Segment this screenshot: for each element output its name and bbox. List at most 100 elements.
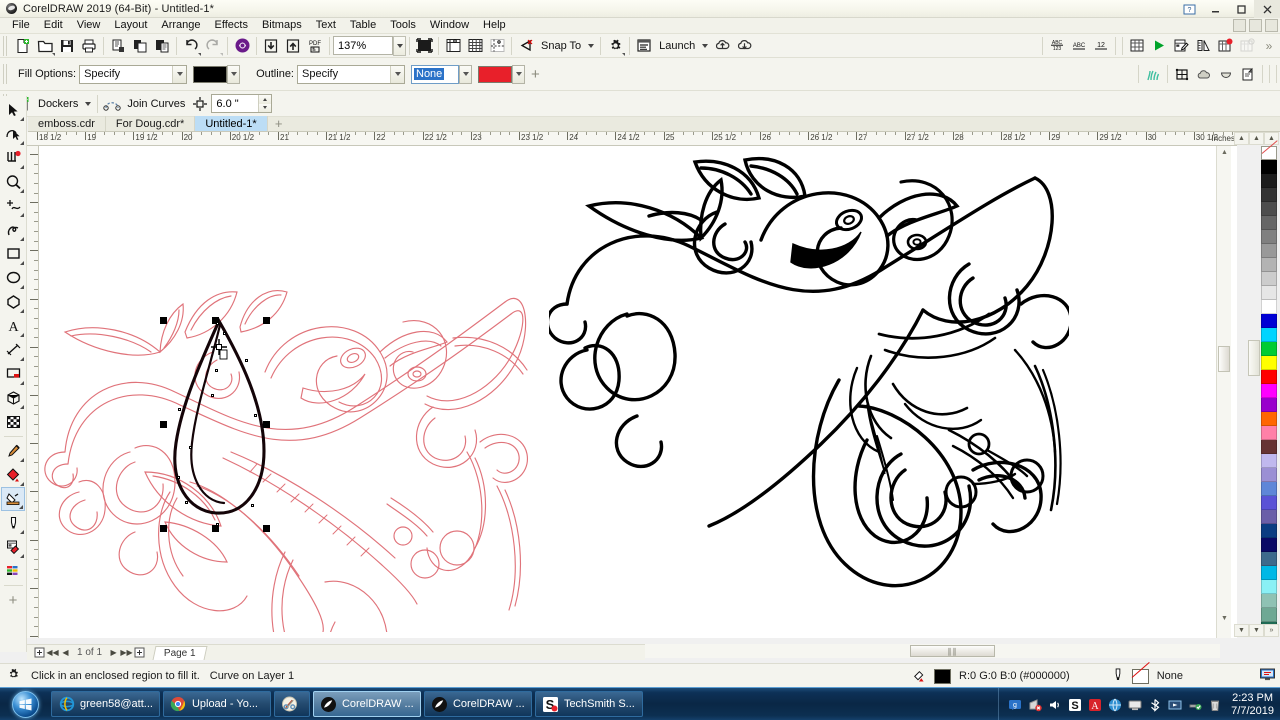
status-display-icon[interactable] bbox=[1259, 667, 1276, 685]
dockers-label[interactable]: Dockers bbox=[34, 98, 82, 110]
menu-edit[interactable]: Edit bbox=[37, 18, 70, 33]
palette-swatch[interactable] bbox=[1261, 510, 1277, 524]
straight-line-connector-tool[interactable] bbox=[1, 362, 25, 386]
palette-swatch[interactable] bbox=[1261, 370, 1277, 384]
launch-dropdown-icon[interactable] bbox=[699, 35, 711, 57]
new-document-tab-button[interactable]: + bbox=[268, 116, 290, 131]
maximize-button[interactable] bbox=[1228, 0, 1254, 18]
last-page-button[interactable]: ▶▶ bbox=[120, 646, 133, 659]
docker-collapse-handle[interactable] bbox=[1248, 340, 1260, 376]
add-page-after-button[interactable] bbox=[133, 646, 146, 659]
start-button[interactable] bbox=[2, 689, 48, 719]
minimize-document-icon[interactable] bbox=[1249, 19, 1262, 32]
recycle-icon[interactable] bbox=[1207, 697, 1222, 712]
add-property-button[interactable]: + bbox=[525, 66, 546, 83]
selection-handle-s[interactable] bbox=[212, 525, 219, 532]
palette-swatch[interactable] bbox=[1261, 272, 1277, 286]
palette-swatch[interactable] bbox=[1261, 328, 1277, 342]
path-node[interactable] bbox=[189, 446, 192, 449]
status-outline-swatch[interactable] bbox=[1131, 668, 1149, 684]
palette-swatch[interactable] bbox=[1261, 300, 1277, 314]
preview-table-icon[interactable] bbox=[1126, 35, 1148, 57]
status-fill-swatch[interactable] bbox=[934, 668, 952, 684]
zoom-level-dropdown[interactable] bbox=[393, 35, 406, 56]
drop-shadow-tool[interactable] bbox=[1, 386, 25, 410]
path-node[interactable] bbox=[216, 322, 219, 325]
edit-page-icon[interactable] bbox=[1170, 35, 1192, 57]
palette-swatch-none[interactable] bbox=[1261, 146, 1277, 160]
palette-scroll-up-2[interactable]: ▲ bbox=[1249, 132, 1264, 145]
save-icon[interactable] bbox=[56, 35, 78, 57]
menu-arrange[interactable]: Arrange bbox=[154, 18, 207, 33]
snap-to-dropdown-icon[interactable] bbox=[585, 35, 597, 57]
show-guidelines-icon[interactable] bbox=[486, 35, 508, 57]
quick-correct-icon[interactable]: 12 bbox=[1090, 35, 1112, 57]
next-page-button[interactable]: ▶ bbox=[107, 646, 120, 659]
palette-swatch[interactable] bbox=[1261, 230, 1277, 244]
freehand-tool[interactable] bbox=[1, 194, 25, 218]
restore-document-icon[interactable] bbox=[1233, 19, 1246, 32]
taskbar-button-coreldraw-2[interactable]: CorelDRAW ... bbox=[423, 691, 532, 717]
palette-swatch[interactable] bbox=[1261, 398, 1277, 412]
previous-page-button[interactable]: ◀ bbox=[59, 646, 72, 659]
page-curl-icon[interactable] bbox=[1237, 63, 1259, 85]
menu-help[interactable]: Help bbox=[476, 18, 513, 33]
fill-color-swatch[interactable] bbox=[193, 65, 228, 83]
safely-remove-icon[interactable] bbox=[1187, 697, 1202, 712]
path-node[interactable] bbox=[185, 501, 188, 504]
palette-swatch[interactable] bbox=[1261, 314, 1277, 328]
horizontal-scrollbar[interactable]: ∥∥ bbox=[645, 644, 1220, 658]
palette-swatch[interactable] bbox=[1261, 594, 1277, 608]
selection-handle-e[interactable] bbox=[263, 421, 270, 428]
dockers-dropdown-icon[interactable] bbox=[82, 93, 94, 115]
vertical-scroll-thumb[interactable] bbox=[1218, 346, 1230, 372]
close-document-icon[interactable] bbox=[1265, 19, 1278, 32]
menu-window[interactable]: Window bbox=[423, 18, 476, 33]
publish-pdf-icon[interactable]: PDF bbox=[304, 35, 326, 57]
path-node[interactable] bbox=[251, 504, 254, 507]
outline-options-select[interactable]: Specify bbox=[297, 64, 405, 84]
palette-swatch[interactable] bbox=[1261, 496, 1277, 510]
page-surface[interactable] bbox=[39, 146, 1237, 638]
download-cloud-icon[interactable] bbox=[733, 35, 755, 57]
thesaurus-icon[interactable]: ABC bbox=[1068, 35, 1090, 57]
palette-editor-tool[interactable] bbox=[1, 559, 25, 583]
network-error-icon[interactable] bbox=[1027, 697, 1042, 712]
palette-swatch[interactable] bbox=[1261, 412, 1277, 426]
pick-tool[interactable] bbox=[1, 98, 25, 122]
snagit-icon[interactable]: S bbox=[1067, 697, 1082, 712]
rectangle-tool[interactable] bbox=[1, 242, 25, 266]
artistic-media-tool[interactable] bbox=[1, 218, 25, 242]
outline-width-input[interactable]: None bbox=[411, 64, 459, 84]
drawing-canvas[interactable] bbox=[39, 146, 1237, 638]
path-node[interactable] bbox=[177, 476, 180, 479]
palette-swatch[interactable] bbox=[1261, 524, 1277, 538]
menu-file[interactable]: File bbox=[5, 18, 37, 33]
taskbar-clock[interactable]: 2:23 PM 7/7/2019 bbox=[1231, 692, 1274, 718]
palette-swatch[interactable] bbox=[1261, 356, 1277, 370]
redo-icon[interactable] bbox=[202, 35, 224, 57]
transparency-tool[interactable] bbox=[1, 410, 25, 434]
tolerance-input[interactable]: 6.0 " bbox=[211, 94, 273, 113]
page-tab-page-1[interactable]: Page 1 bbox=[152, 645, 208, 660]
paste-icon[interactable] bbox=[151, 35, 173, 57]
print-icon[interactable] bbox=[78, 35, 100, 57]
palette-swatch[interactable] bbox=[1261, 188, 1277, 202]
palette-scroll-down-2[interactable]: ▼ bbox=[1249, 624, 1264, 637]
smart-fill-tool[interactable] bbox=[1, 487, 25, 511]
path-node[interactable] bbox=[215, 369, 218, 372]
doc-tab-untitled-1[interactable]: Untitled-1* bbox=[195, 116, 268, 131]
text-tool[interactable]: A bbox=[1, 314, 25, 338]
palette-swatch[interactable] bbox=[1261, 538, 1277, 552]
upload-cloud-icon[interactable] bbox=[711, 35, 733, 57]
outline-pen-tool[interactable] bbox=[1, 511, 25, 535]
palette-swatch[interactable] bbox=[1261, 286, 1277, 300]
undo-icon[interactable] bbox=[180, 35, 202, 57]
customize-toolbox-button[interactable]: + bbox=[1, 588, 25, 612]
taskbar-button-snipping-tool[interactable] bbox=[273, 691, 310, 717]
menu-text[interactable]: Text bbox=[309, 18, 343, 33]
bluetooth-icon[interactable] bbox=[1147, 697, 1162, 712]
launch-icon[interactable] bbox=[633, 35, 655, 57]
shape-tool[interactable] bbox=[1, 122, 25, 146]
import-icon[interactable] bbox=[260, 35, 282, 57]
